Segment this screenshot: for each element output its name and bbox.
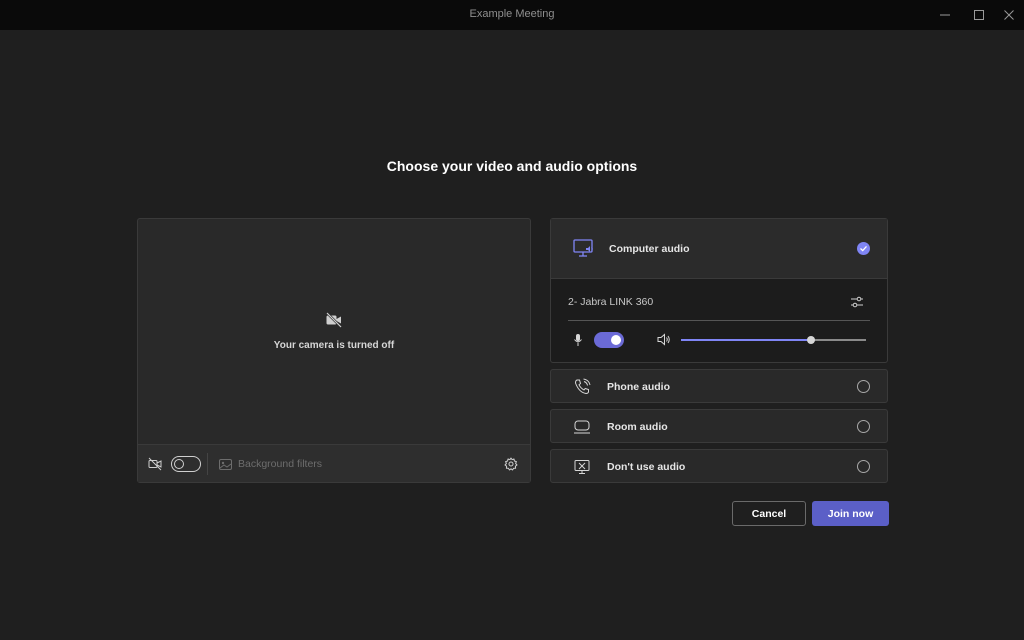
background-filters-label: Background filters [238,458,323,470]
gear-icon [504,457,518,471]
camera-icon [148,457,162,471]
phone-audio-label: Phone audio [607,381,670,393]
minimize-button[interactable] [928,0,962,30]
room-audio-label: Room audio [607,421,668,433]
page-heading: Choose your video and audio options [386,158,638,174]
no-audio-label: Don't use audio [607,461,686,473]
phone-audio-icon [574,378,591,395]
video-toolbar: Background filters [138,444,530,482]
speaker-volume-slider[interactable] [681,336,866,344]
room-audio-radio[interactable] [857,420,870,433]
phone-audio-radio[interactable] [857,380,870,393]
minimize-icon [940,14,950,16]
window-title: Example Meeting [469,8,555,20]
maximize-button[interactable] [962,0,996,30]
audio-device-name[interactable]: 2- Jabra LINK 360 [568,296,653,308]
camera-off-message: Your camera is turned off [138,311,530,351]
maximize-icon [974,10,984,20]
room-audio-option[interactable]: Room audio [550,409,888,443]
volume-slider-thumb[interactable] [806,336,815,344]
no-audio-icon [574,460,590,474]
speaker-volume-icon [657,333,670,346]
checkmark-icon [860,245,867,252]
join-now-button[interactable]: Join now [812,501,889,526]
toggle-knob [611,335,621,345]
no-audio-option[interactable]: Don't use audio [550,449,888,483]
computer-audio-label: Computer audio [609,243,690,255]
camera-off-icon [326,312,342,328]
microphone-icon [574,334,582,346]
camera-toggle-switch[interactable] [171,456,201,472]
volume-slider-fill [681,339,811,341]
cancel-button[interactable]: Cancel [732,501,806,526]
camera-toggle[interactable] [171,445,201,483]
computer-audio-icon [573,239,593,257]
toggle-knob [174,458,184,469]
device-settings-button[interactable] [504,445,518,483]
title-bar: Example Meeting [0,0,1024,30]
toolbar-divider [207,453,208,475]
camera-status-text: Your camera is turned off [273,340,395,351]
device-settings-sliders-icon[interactable] [850,295,864,309]
computer-audio-card[interactable]: Computer audio 2- Jabra LINK 360 [550,218,888,363]
computer-audio-selected-check [857,242,870,255]
no-audio-radio[interactable] [857,460,870,473]
microphone-toggle[interactable] [594,332,624,348]
close-button[interactable] [992,0,1024,30]
camera-toggle-icon-wrap [148,445,162,483]
device-divider [568,320,870,321]
computer-audio-header[interactable]: Computer audio [551,219,887,279]
video-preview-panel: Your camera is turned off Background fil… [137,218,531,483]
background-filters-icon [219,458,232,470]
phone-audio-option[interactable]: Phone audio [550,369,888,403]
room-audio-icon [574,420,590,434]
background-filters-button[interactable]: Background filters [219,445,322,483]
close-icon [1004,10,1014,20]
